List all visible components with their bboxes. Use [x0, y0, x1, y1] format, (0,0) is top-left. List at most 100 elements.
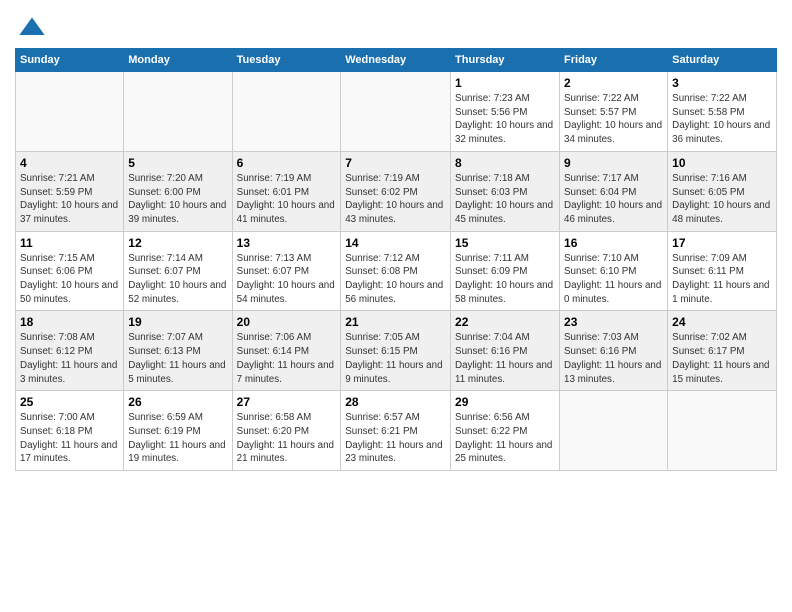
- week-row-3: 18 Sunrise: 7:08 AM Sunset: 6:12 PM Dayli…: [16, 311, 777, 391]
- day-info: Sunrise: 7:22 AM Sunset: 5:58 PM Dayligh…: [672, 92, 772, 147]
- calendar-cell: [341, 72, 451, 152]
- day-number: 21: [345, 315, 446, 329]
- calendar-cell: 2 Sunrise: 7:22 AM Sunset: 5:57 PM Daylig…: [560, 72, 668, 152]
- calendar-cell: 15 Sunrise: 7:11 AM Sunset: 6:09 PM Dayli…: [451, 231, 560, 311]
- day-number: 8: [455, 156, 555, 170]
- calendar-cell: 9Sunrise: 7:17 AM Sunset: 6:04 PM Daylig…: [560, 151, 668, 231]
- calendar-cell: 1Sunrise: 7:23 AM Sunset: 5:56 PM Daylig…: [451, 72, 560, 152]
- day-number: 10: [672, 156, 772, 170]
- day-info: Sunrise: 7:05 AM Sunset: 6:15 PM Dayligh…: [345, 331, 446, 386]
- day-info: Sunrise: 7:14 AM Sunset: 6:07 PM Dayligh…: [128, 252, 227, 307]
- day-info: Sunrise: 7:06 AM Sunset: 6:14 PM Dayligh…: [237, 331, 337, 386]
- calendar-cell: 25Sunrise: 7:00 AM Sunset: 6:18 PM Dayli…: [16, 391, 124, 471]
- day-info: Sunrise: 7:22 AM Sunset: 5:57 PM Dayligh…: [564, 92, 663, 147]
- calendar-header-row: SundayMondayTuesdayWednesdayThursdayFrid…: [16, 49, 777, 72]
- calendar-cell: 29 Sunrise: 6:56 AM Sunset: 6:22 PM Dayli…: [451, 391, 560, 471]
- header-saturday: Saturday: [668, 49, 777, 72]
- day-number: 2: [564, 76, 663, 90]
- day-number: 19: [128, 315, 227, 329]
- header-monday: Monday: [124, 49, 232, 72]
- calendar-cell: 6 Sunrise: 7:19 AM Sunset: 6:01 PM Daylig…: [232, 151, 341, 231]
- day-info: Sunrise: 7:12 AM Sunset: 6:08 PM Dayligh…: [345, 252, 446, 307]
- header-sunday: Sunday: [16, 49, 124, 72]
- calendar-cell: 22 Sunrise: 7:04 AM Sunset: 6:16 PM Dayli…: [451, 311, 560, 391]
- day-number: 7: [345, 156, 446, 170]
- header-tuesday: Tuesday: [232, 49, 341, 72]
- day-number: 23: [564, 315, 663, 329]
- calendar-cell: [668, 391, 777, 471]
- day-info: Sunrise: 7:23 AM Sunset: 5:56 PM Dayligh…: [455, 92, 555, 147]
- day-info: Sunrise: 7:04 AM Sunset: 6:16 PM Dayligh…: [455, 331, 555, 386]
- calendar-cell: 26 Sunrise: 6:59 AM Sunset: 6:19 PM Dayli…: [124, 391, 232, 471]
- calendar-cell: 18 Sunrise: 7:08 AM Sunset: 6:12 PM Dayli…: [16, 311, 124, 391]
- day-info: Sunrise: 7:18 AM Sunset: 6:03 PM Dayligh…: [455, 172, 555, 227]
- day-info: Sunrise: 7:19 AM Sunset: 6:01 PM Dayligh…: [237, 172, 337, 227]
- calendar-cell: 23 Sunrise: 7:03 AM Sunset: 6:16 PM Dayli…: [560, 311, 668, 391]
- page-container: SundayMondayTuesdayWednesdayThursdayFrid…: [0, 0, 792, 479]
- calendar-cell: 20 Sunrise: 7:06 AM Sunset: 6:14 PM Dayli…: [232, 311, 341, 391]
- logo-icon: [18, 14, 46, 42]
- day-info: Sunrise: 7:21 AM Sunset: 5:59 PM Dayligh…: [20, 172, 119, 227]
- week-row-0: 1Sunrise: 7:23 AM Sunset: 5:56 PM Daylig…: [16, 72, 777, 152]
- day-number: 16: [564, 236, 663, 250]
- day-number: 27: [237, 395, 337, 409]
- calendar-cell: 5Sunrise: 7:20 AM Sunset: 6:00 PM Daylig…: [124, 151, 232, 231]
- day-number: 17: [672, 236, 772, 250]
- calendar-cell: [560, 391, 668, 471]
- calendar-cell: 17 Sunrise: 7:09 AM Sunset: 6:11 PM Dayli…: [668, 231, 777, 311]
- day-number: 15: [455, 236, 555, 250]
- week-row-1: 4 Sunrise: 7:21 AM Sunset: 5:59 PM Daylig…: [16, 151, 777, 231]
- day-info: Sunrise: 7:13 AM Sunset: 6:07 PM Dayligh…: [237, 252, 337, 307]
- calendar-cell: 8 Sunrise: 7:18 AM Sunset: 6:03 PM Daylig…: [451, 151, 560, 231]
- day-number: 22: [455, 315, 555, 329]
- calendar-cell: 13 Sunrise: 7:13 AM Sunset: 6:07 PM Dayli…: [232, 231, 341, 311]
- day-number: 14: [345, 236, 446, 250]
- day-number: 3: [672, 76, 772, 90]
- day-number: 20: [237, 315, 337, 329]
- day-info: Sunrise: 7:03 AM Sunset: 6:16 PM Dayligh…: [564, 331, 663, 386]
- day-number: 24: [672, 315, 772, 329]
- day-number: 4: [20, 156, 119, 170]
- calendar-cell: 14 Sunrise: 7:12 AM Sunset: 6:08 PM Dayli…: [341, 231, 451, 311]
- day-number: 18: [20, 315, 119, 329]
- day-info: Sunrise: 6:56 AM Sunset: 6:22 PM Dayligh…: [455, 411, 555, 466]
- day-info: Sunrise: 7:07 AM Sunset: 6:13 PM Dayligh…: [128, 331, 227, 386]
- calendar-cell: 10 Sunrise: 7:16 AM Sunset: 6:05 PM Dayli…: [668, 151, 777, 231]
- day-info: Sunrise: 7:19 AM Sunset: 6:02 PM Dayligh…: [345, 172, 446, 227]
- day-number: 26: [128, 395, 227, 409]
- day-info: Sunrise: 7:08 AM Sunset: 6:12 PM Dayligh…: [20, 331, 119, 386]
- day-number: 25: [20, 395, 119, 409]
- day-number: 13: [237, 236, 337, 250]
- header: [15, 10, 777, 42]
- day-number: 6: [237, 156, 337, 170]
- calendar-cell: 27Sunrise: 6:58 AM Sunset: 6:20 PM Dayli…: [232, 391, 341, 471]
- day-info: Sunrise: 7:02 AM Sunset: 6:17 PM Dayligh…: [672, 331, 772, 386]
- day-number: 29: [455, 395, 555, 409]
- header-thursday: Thursday: [451, 49, 560, 72]
- day-info: Sunrise: 7:10 AM Sunset: 6:10 PM Dayligh…: [564, 252, 663, 307]
- calendar-cell: [124, 72, 232, 152]
- calendar-cell: 28Sunrise: 6:57 AM Sunset: 6:21 PM Dayli…: [341, 391, 451, 471]
- logo: [15, 14, 46, 42]
- calendar-cell: [232, 72, 341, 152]
- calendar-cell: 3 Sunrise: 7:22 AM Sunset: 5:58 PM Daylig…: [668, 72, 777, 152]
- day-info: Sunrise: 7:09 AM Sunset: 6:11 PM Dayligh…: [672, 252, 772, 307]
- day-info: Sunrise: 7:16 AM Sunset: 6:05 PM Dayligh…: [672, 172, 772, 227]
- week-row-2: 11 Sunrise: 7:15 AM Sunset: 6:06 PM Dayli…: [16, 231, 777, 311]
- calendar-cell: 24 Sunrise: 7:02 AM Sunset: 6:17 PM Dayli…: [668, 311, 777, 391]
- header-wednesday: Wednesday: [341, 49, 451, 72]
- calendar-cell: 12Sunrise: 7:14 AM Sunset: 6:07 PM Dayli…: [124, 231, 232, 311]
- day-info: Sunrise: 7:20 AM Sunset: 6:00 PM Dayligh…: [128, 172, 227, 227]
- calendar-cell: [16, 72, 124, 152]
- day-info: Sunrise: 7:15 AM Sunset: 6:06 PM Dayligh…: [20, 252, 119, 307]
- day-info: Sunrise: 6:57 AM Sunset: 6:21 PM Dayligh…: [345, 411, 446, 466]
- calendar-cell: 16 Sunrise: 7:10 AM Sunset: 6:10 PM Dayli…: [560, 231, 668, 311]
- day-info: Sunrise: 7:11 AM Sunset: 6:09 PM Dayligh…: [455, 252, 555, 307]
- calendar-cell: 7 Sunrise: 7:19 AM Sunset: 6:02 PM Daylig…: [341, 151, 451, 231]
- day-info: Sunrise: 6:59 AM Sunset: 6:19 PM Dayligh…: [128, 411, 227, 466]
- calendar-cell: 11 Sunrise: 7:15 AM Sunset: 6:06 PM Dayli…: [16, 231, 124, 311]
- calendar-table: SundayMondayTuesdayWednesdayThursdayFrid…: [15, 48, 777, 471]
- week-row-4: 25Sunrise: 7:00 AM Sunset: 6:18 PM Dayli…: [16, 391, 777, 471]
- day-number: 11: [20, 236, 119, 250]
- header-friday: Friday: [560, 49, 668, 72]
